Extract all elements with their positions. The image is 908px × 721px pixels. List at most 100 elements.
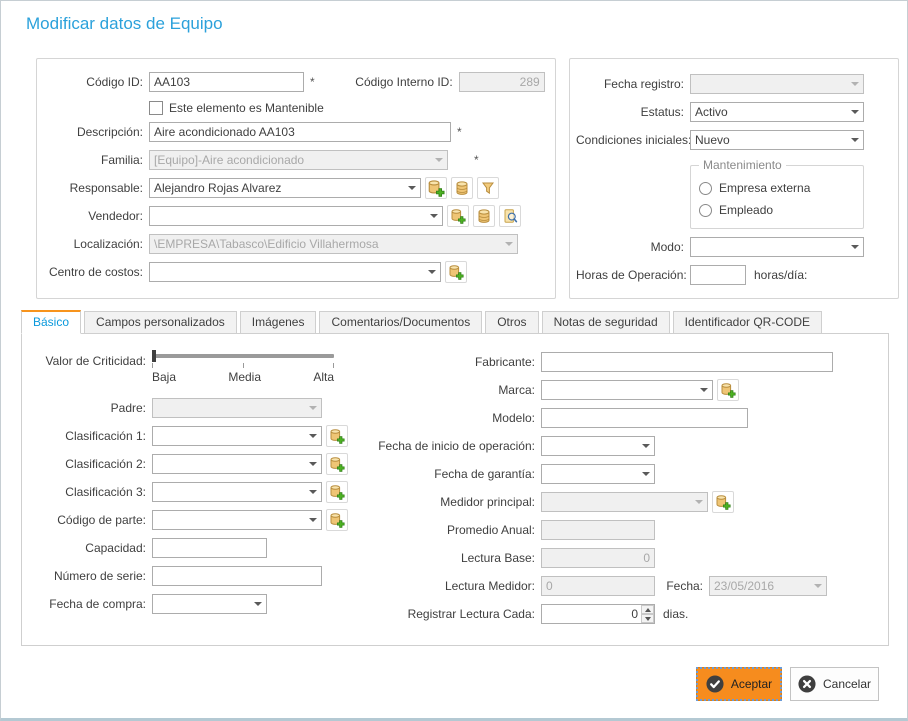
chevron-down-icon [435,158,443,162]
padre-label: Padre: [28,401,146,415]
chevron-down-icon [430,214,438,218]
responsable-catalog-button[interactable] [451,177,473,199]
empresa-externa-radio[interactable] [699,182,712,195]
chevron-down-icon [309,462,317,466]
slider-thumb[interactable] [152,350,156,362]
fecha-registro-label: Fecha registro: [576,77,684,91]
mantenible-checkbox[interactable] [149,101,163,115]
codigo-parte-add-button[interactable] [326,509,348,531]
clasificacion1-add-button[interactable] [326,425,348,447]
horas-dia-suffix: horas/día: [754,268,807,282]
lectura-medidor-label: Lectura Medidor: [377,579,535,593]
promedio-anual-label: Promedio Anual: [377,523,535,537]
chevron-down-icon [695,500,703,504]
chevron-down-icon [851,110,859,114]
fecha-compra-combo[interactable] [152,594,267,614]
clasificacion2-combo[interactable] [152,454,322,474]
modelo-input[interactable] [541,408,748,428]
responsable-add-button[interactable] [425,177,447,199]
slider-track[interactable] [152,354,334,358]
criticidad-slider[interactable]: Baja Media Alta [152,352,334,384]
database-add-icon [329,512,345,528]
database-add-icon [329,456,345,472]
vendedor-combo[interactable] [149,206,443,226]
identity-group: Código ID: * Código Interno ID: Este ele… [36,58,556,299]
codigo-parte-combo[interactable] [152,510,322,530]
fecha-registro-combo [690,74,864,94]
basico-right-column: Fabricante: Marca: Modelo: Fecha de inic… [377,352,833,632]
horas-operacion-label: Horas de Operación: [576,268,684,282]
marca-add-button[interactable] [717,379,739,401]
fecha-medidor-label: Fecha: [655,579,703,593]
fabricante-input[interactable] [541,352,833,372]
registrar-lectura-input[interactable] [541,604,655,624]
mantenimiento-legend: Mantenimiento [699,158,786,172]
tab-imagenes[interactable]: Imágenes [240,311,317,334]
estatus-combo[interactable]: Activo [690,102,864,122]
codigo-parte-label: Código de parte: [28,513,146,527]
modo-combo[interactable] [690,237,864,257]
stepper-down-button[interactable] [641,614,654,623]
dias-suffix: dias. [663,607,688,621]
vendedor-search-button[interactable] [499,205,521,227]
database-icon [476,208,492,224]
stepper-up-button[interactable] [641,605,654,614]
codigo-interno-input [459,72,545,92]
tab-campos-personalizados[interactable]: Campos personalizados [84,311,237,334]
fecha-garantia-label: Fecha de garantía: [377,467,535,481]
clasificacion1-combo[interactable] [152,426,322,446]
tab-comentarios-documentos[interactable]: Comentarios/Documentos [319,311,482,334]
centro-costos-add-button[interactable] [445,261,467,283]
vendedor-add-button[interactable] [447,205,469,227]
clasificacion3-add-button[interactable] [326,481,348,503]
clasificacion3-combo[interactable] [152,482,322,502]
basico-tab-panel: Valor de Criticidad: Baja Media Alta Pad… [21,333,889,646]
medidor-add-button[interactable] [712,491,734,513]
centro-costos-combo[interactable] [149,262,441,282]
cancelar-button[interactable]: Cancelar [790,667,879,701]
fecha-medidor-combo: 23/05/2016 [709,576,827,596]
tab-basico[interactable]: Básico [21,310,81,334]
basico-left-column: Valor de Criticidad: Baja Media Alta Pad… [28,352,348,622]
descripcion-label: Descripción: [43,125,143,139]
condiciones-label: Condiciones iniciales: [576,133,684,147]
tab-identificador-qr[interactable]: Identificador QR-CODE [673,311,822,334]
tab-otros[interactable]: Otros [485,311,538,334]
tick-label-baja: Baja [152,370,176,384]
condiciones-combo[interactable]: Nuevo [690,130,864,150]
spinner-down-icon [645,617,651,621]
empresa-externa-label: Empresa externa [719,181,810,195]
page-title: Modificar datos de Equipo [26,14,223,34]
descripcion-input[interactable] [149,122,451,142]
registrar-lectura-stepper [541,604,655,624]
aceptar-button[interactable]: Aceptar [696,667,782,701]
vendedor-catalog-button[interactable] [473,205,495,227]
database-icon [454,180,470,196]
tab-notas-seguridad[interactable]: Notas de seguridad [542,311,670,334]
chevron-down-icon [851,138,859,142]
spinner-up-icon [645,608,651,612]
fecha-garantia-combo[interactable] [541,464,655,484]
clasificacion2-add-button[interactable] [326,453,348,475]
tick-label-media: Media [228,370,261,384]
cancel-icon [798,675,816,693]
fecha-inicio-combo[interactable] [541,436,655,456]
tick-label-alta: Alta [313,370,334,384]
responsable-combo[interactable]: Alejandro Rojas Alvarez [149,178,421,198]
lectura-base-input [541,548,655,568]
codigo-id-input[interactable] [149,72,304,92]
empleado-radio[interactable] [699,204,712,217]
mantenimiento-group: Mantenimiento Empresa externa Empleado [690,158,864,229]
horas-operacion-input[interactable] [690,265,746,285]
estatus-label: Estatus: [576,105,684,119]
numero-serie-input[interactable] [152,566,322,586]
responsable-filter-button[interactable] [477,177,499,199]
chevron-down-icon [642,444,650,448]
capacidad-input[interactable] [152,538,267,558]
marca-combo[interactable] [541,380,713,400]
codigo-interno-label: Código Interno ID: [315,75,453,89]
slider-ticks [152,363,334,368]
registrar-lectura-label: Registrar Lectura Cada: [377,607,535,621]
database-add-icon [448,264,464,280]
lectura-base-label: Lectura Base: [377,551,535,565]
